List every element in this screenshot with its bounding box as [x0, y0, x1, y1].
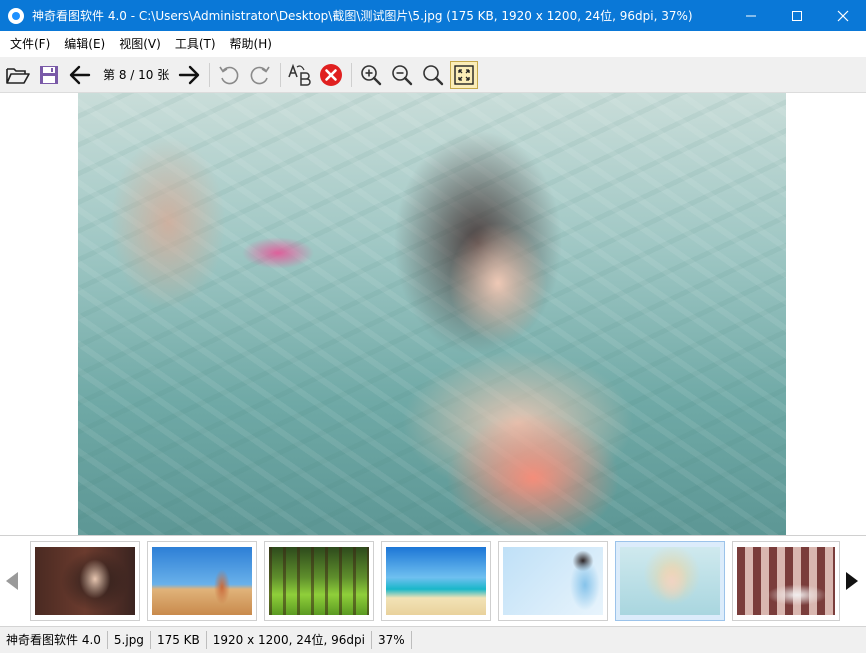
thumbnail-image — [269, 547, 369, 615]
toolbar-separator — [209, 62, 211, 87]
scroll-left-icon[interactable] — [6, 572, 18, 590]
menu-bar: 文件(F) 编辑(E) 视图(V) 工具(T) 帮助(H) — [0, 31, 866, 57]
status-zoom: 37% — [372, 631, 412, 649]
menu-view[interactable]: 视图(V) — [113, 33, 167, 55]
close-icon — [837, 10, 849, 21]
zoom-out-button[interactable] — [388, 61, 416, 89]
thumbnail[interactable] — [30, 541, 140, 621]
thumbnail[interactable] — [498, 541, 608, 621]
menu-edit[interactable]: 编辑(E) — [58, 33, 111, 55]
zoom-actual-icon — [423, 64, 444, 85]
status-bar: 神奇看图软件 4.0 5.jpg 175 KB 1920 x 1200, 24位… — [0, 626, 866, 653]
toolbar-separator — [280, 62, 282, 87]
minimize-button[interactable] — [728, 0, 774, 31]
thumbnail-image — [503, 547, 603, 615]
thumbnail-image — [386, 547, 486, 615]
minimize-icon — [746, 15, 756, 16]
thumbnail[interactable] — [381, 541, 491, 621]
delete-button[interactable] — [317, 61, 345, 89]
save-icon — [40, 65, 58, 84]
rename-button[interactable] — [286, 61, 314, 89]
status-filename: 5.jpg — [108, 631, 151, 649]
fit-window-button[interactable] — [450, 60, 479, 89]
status-image-info: 1920 x 1200, 24位, 96dpi — [207, 631, 372, 649]
thumbnail-image — [35, 547, 135, 615]
menu-tools[interactable]: 工具(T) — [169, 33, 222, 55]
title-bar: 神奇看图软件 4.0 - C:\Users\Administrator\Desk… — [0, 0, 866, 31]
status-app-name: 神奇看图软件 4.0 — [0, 631, 108, 649]
save-button[interactable] — [35, 61, 63, 89]
toolbar-separator — [351, 62, 353, 87]
status-file-size: 175 KB — [151, 631, 207, 649]
image-viewer[interactable] — [0, 93, 866, 535]
rotate-left-button[interactable] — [215, 61, 243, 89]
rotate-right-icon — [250, 66, 270, 84]
thumbnail[interactable] — [264, 541, 374, 621]
thumbnail[interactable] — [147, 541, 257, 621]
delete-icon — [320, 63, 343, 86]
thumbnail-strip — [0, 535, 866, 626]
zoom-out-icon — [392, 64, 413, 85]
window-title: 神奇看图软件 4.0 - C:\Users\Administrator\Desk… — [32, 9, 693, 23]
zoom-in-button[interactable] — [357, 61, 385, 89]
maximize-button[interactable] — [774, 0, 820, 31]
open-button[interactable] — [4, 61, 32, 89]
rotate-right-button[interactable] — [246, 61, 274, 89]
thumbnail-image — [737, 547, 835, 615]
zoom-in-icon — [361, 64, 382, 85]
next-image-button[interactable] — [175, 61, 203, 89]
arrow-right-icon — [179, 65, 200, 84]
app-icon — [8, 7, 24, 24]
page-indicator: 第 8 / 10 张 — [103, 68, 170, 82]
fit-window-icon — [454, 64, 474, 85]
maximize-icon — [792, 10, 802, 21]
toolbar: 第 8 / 10 张 — [0, 57, 866, 93]
menu-file[interactable]: 文件(F) — [4, 33, 56, 55]
rotate-left-icon — [219, 66, 239, 84]
menu-help[interactable]: 帮助(H) — [224, 33, 278, 55]
zoom-actual-button[interactable] — [419, 61, 447, 89]
rename-icon — [288, 63, 311, 86]
close-button[interactable] — [820, 0, 866, 31]
thumbnail-image — [152, 547, 252, 615]
thumbnail-selected[interactable] — [615, 541, 725, 621]
main-photo[interactable] — [78, 93, 786, 535]
scroll-right-icon[interactable] — [846, 572, 858, 590]
arrow-left-icon — [69, 65, 91, 84]
previous-image-button[interactable] — [66, 61, 94, 89]
folder-open-icon — [6, 67, 30, 84]
thumbnail-image — [620, 547, 720, 615]
thumbnail[interactable] — [732, 541, 840, 621]
